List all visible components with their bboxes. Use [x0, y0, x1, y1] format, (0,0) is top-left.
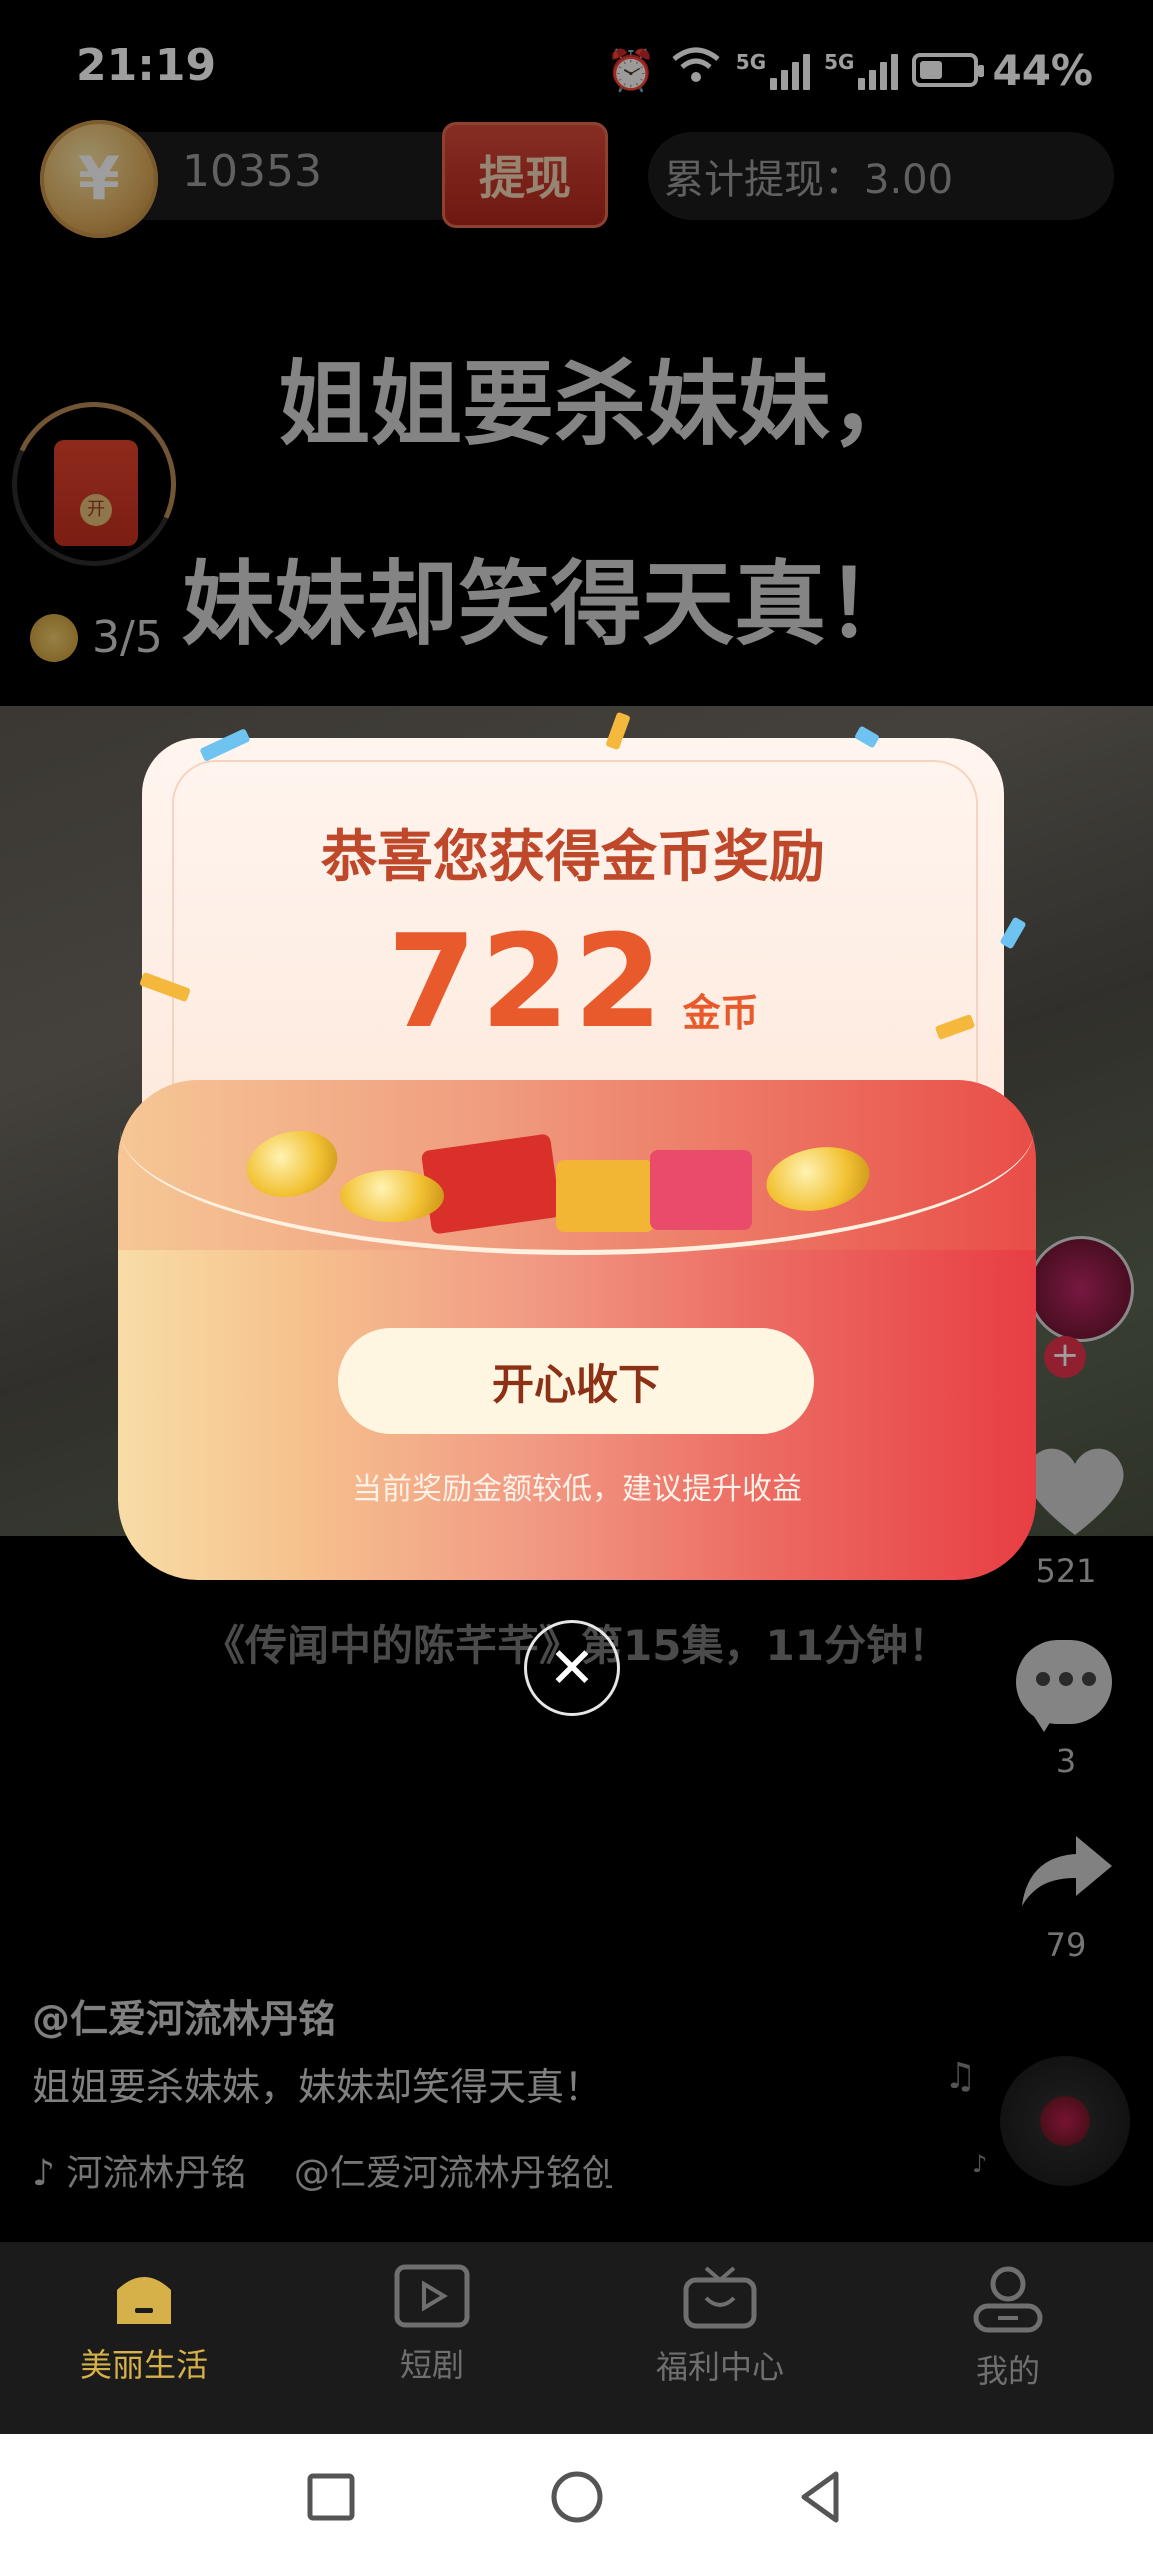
play-icon	[394, 2264, 470, 2328]
reward-amount: 722	[387, 908, 667, 1057]
reward-unit: 金币	[682, 991, 759, 1035]
tab-mine[interactable]: 我的	[908, 2264, 1108, 2392]
tv-gift-icon	[683, 2266, 757, 2329]
square-icon	[307, 2473, 355, 2521]
tab-label: 短剧	[399, 2346, 464, 2384]
back-triangle-icon	[801, 2471, 839, 2523]
home-button[interactable]	[542, 2462, 612, 2532]
accept-reward-button[interactable]: 开心收下	[338, 1328, 814, 1434]
reward-title: 恭喜您获得金币奖励	[321, 825, 825, 890]
tab-label: 我的	[975, 2352, 1040, 2390]
back-button[interactable]	[788, 2462, 858, 2532]
tab-beautiful-life[interactable]: 美丽生活	[44, 2264, 244, 2386]
home-icon	[117, 2277, 171, 2324]
close-icon[interactable]: ✕	[524, 1620, 620, 1716]
recent-apps-button[interactable]	[296, 2462, 366, 2532]
tab-label: 福利中心	[655, 2348, 784, 2386]
tab-welfare-center[interactable]: 福利中心	[620, 2264, 820, 2388]
reward-hint: 当前奖励金额较低，建议提升收益	[352, 1472, 802, 1507]
tab-label: 美丽生活	[79, 2346, 208, 2384]
circle-icon	[551, 2471, 603, 2523]
reward-amount-row: 722 金币	[142, 908, 1004, 1057]
profile-icon	[973, 2266, 1043, 2333]
tab-short-drama[interactable]: 短剧	[332, 2264, 532, 2386]
